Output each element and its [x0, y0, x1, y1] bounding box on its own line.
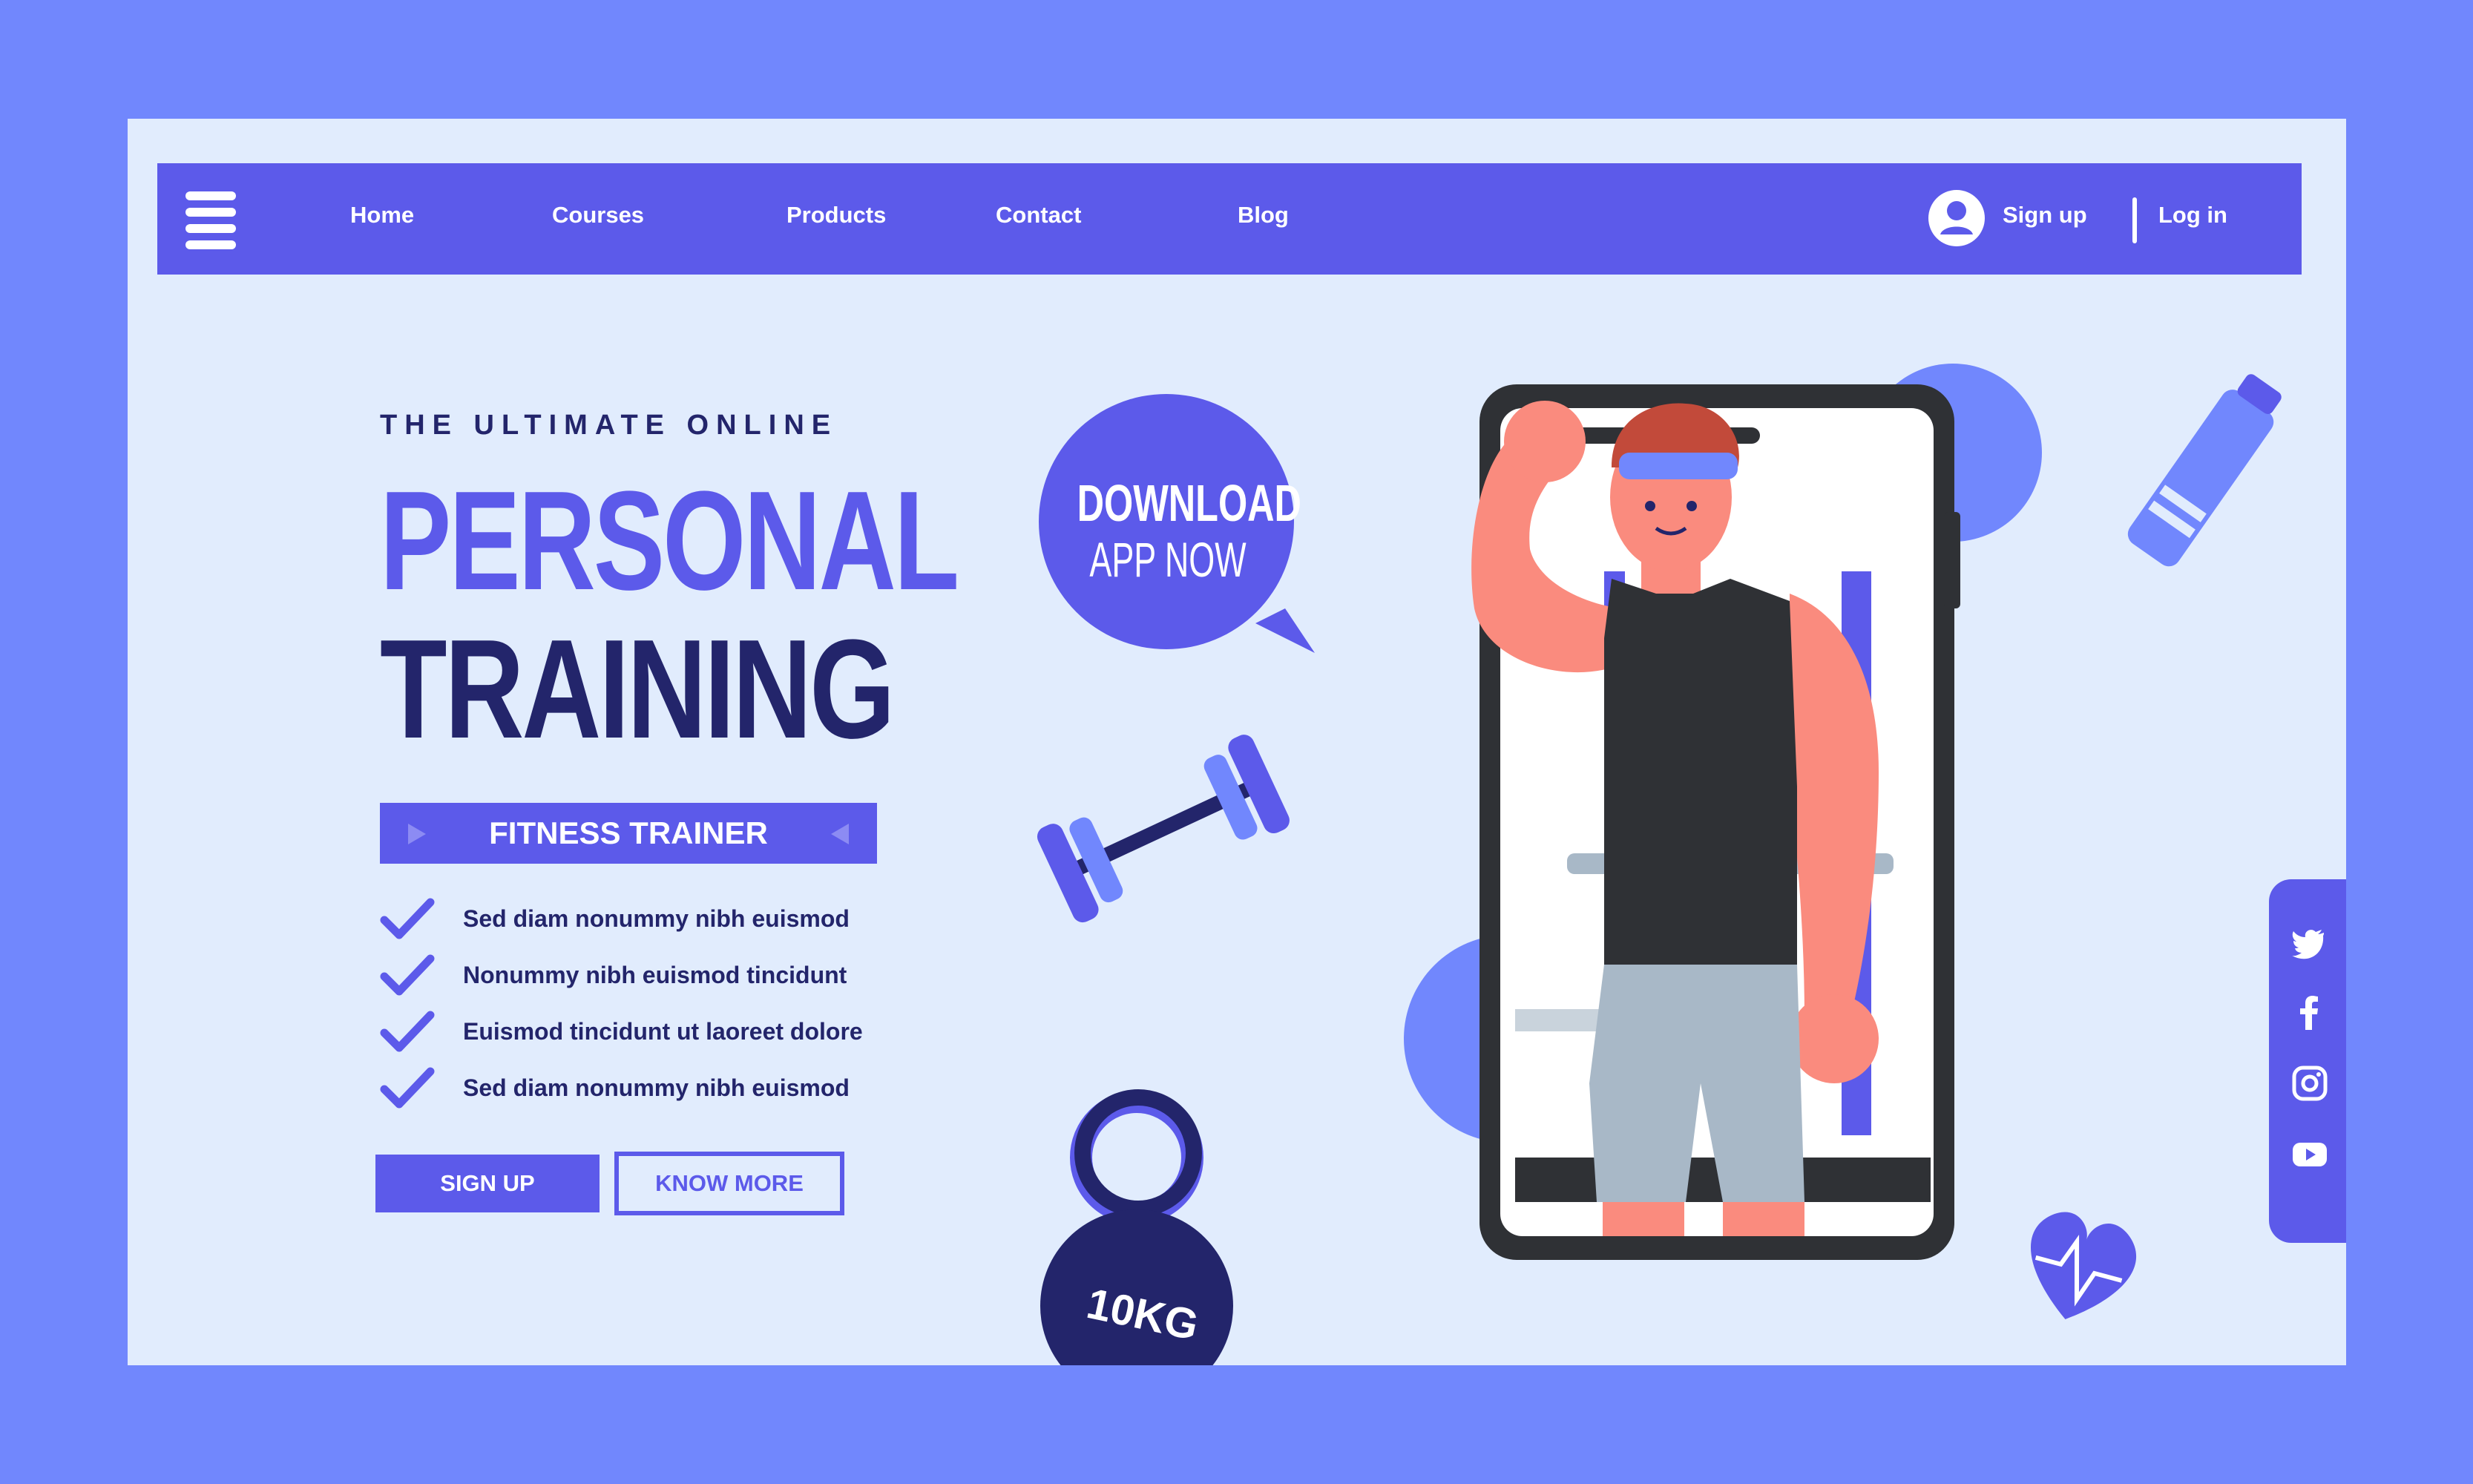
check-icon [380, 1011, 435, 1052]
instagram-icon[interactable] [2291, 1065, 2328, 1102]
fitness-trainer-banner: FITNESS TRAINER [380, 803, 877, 864]
twitter-icon[interactable] [2291, 924, 2328, 961]
feature-text: Nonummy nibh euismod tincidunt [463, 962, 847, 988]
nav-link-contact[interactable]: Contact [996, 202, 1081, 229]
hero-eyebrow: THE ULTIMATE ONLINE [380, 410, 838, 441]
check-icon [380, 898, 435, 939]
dumbbell-icon [1037, 735, 1290, 923]
nav-link-home[interactable]: Home [350, 202, 414, 229]
play-right-icon [408, 824, 426, 844]
hero-title-line1: PERSONAL [380, 462, 959, 620]
banner-label: FITNESS TRAINER [489, 815, 768, 850]
download-bubble-line2: APP NOW [1089, 532, 1247, 587]
sign-up-button[interactable]: SIGN UP [375, 1155, 600, 1212]
check-icon [380, 954, 435, 996]
water-bottle-icon [2127, 374, 2282, 567]
check-icon [380, 1067, 435, 1109]
log-in-link[interactable]: Log in [2158, 202, 2227, 229]
know-more-button[interactable]: KNOW MORE [614, 1152, 844, 1215]
feature-text: Sed diam nonummy nibh euismod [463, 905, 850, 932]
nav-link-courses[interactable]: Courses [552, 202, 644, 229]
sign-up-link[interactable]: Sign up [2003, 202, 2087, 229]
feature-text: Euismod tincidunt ut laoreet dolore [463, 1018, 863, 1045]
user-icon[interactable] [1927, 188, 1986, 248]
social-sidebar [2269, 879, 2346, 1243]
landing-page: Home Courses Products Contact Blog Sign … [128, 119, 2346, 1365]
menu-icon[interactable] [185, 191, 236, 249]
top-navigation: Home Courses Products Contact Blog Sign … [157, 163, 2302, 275]
heart-rate-icon [2030, 1212, 2137, 1319]
play-left-icon [831, 824, 849, 844]
nav-divider [2132, 197, 2137, 243]
facebook-icon[interactable] [2291, 994, 2328, 1031]
hero-title-line2: TRAINING [380, 611, 895, 768]
youtube-icon[interactable] [2291, 1135, 2328, 1172]
nav-link-products[interactable]: Products [786, 202, 886, 229]
download-bubble-line1: DOWNLOAD [1077, 474, 1301, 532]
feature-text: Sed diam nonummy nibh euismod [463, 1074, 850, 1101]
nav-link-blog[interactable]: Blog [1238, 202, 1289, 229]
